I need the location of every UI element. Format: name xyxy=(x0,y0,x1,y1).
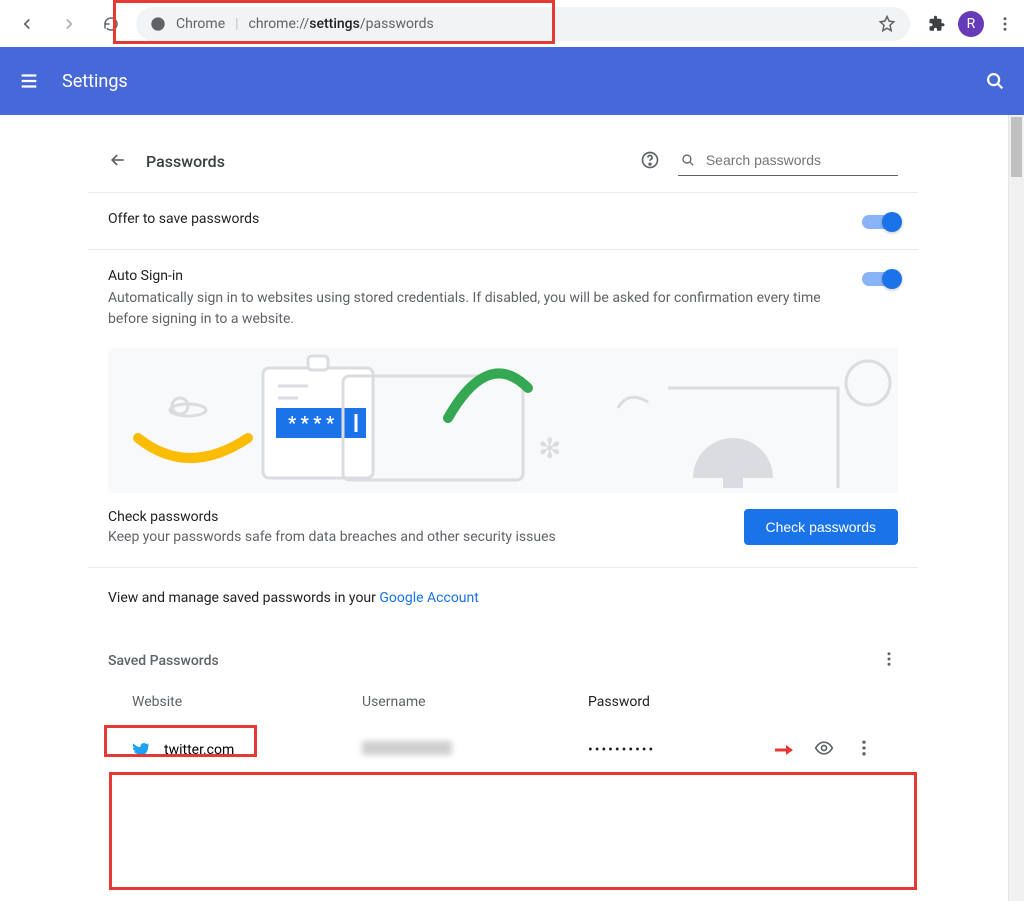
col-username: Username xyxy=(362,694,588,710)
auto-signin-toggle[interactable] xyxy=(862,272,898,286)
settings-card: Passwords Offer to save passwords Auto S… xyxy=(88,115,918,796)
offer-save-toggle[interactable] xyxy=(862,215,898,229)
hamburger-icon[interactable] xyxy=(18,70,40,92)
col-password: Password xyxy=(588,694,748,710)
redacted-username xyxy=(362,741,452,755)
settings-title: Settings xyxy=(62,71,128,92)
auto-signin-section: Auto Sign-in Automatically sign in to we… xyxy=(88,249,918,348)
page-header: Passwords xyxy=(88,133,918,192)
reload-button[interactable] xyxy=(94,7,128,41)
table-row[interactable]: twitter.com •••••••••• xyxy=(108,724,898,776)
password-search-input[interactable] xyxy=(706,152,896,168)
url-sep: | xyxy=(235,16,238,32)
auto-signin-desc: Automatically sign in to websites using … xyxy=(108,288,848,330)
content-area: Passwords Offer to save passwords Auto S… xyxy=(0,115,1024,901)
page-title: Passwords xyxy=(146,152,225,171)
google-account-line: View and manage saved passwords in your … xyxy=(88,568,918,642)
toolbar-right: R xyxy=(918,11,1014,37)
svg-text:✻: ✻ xyxy=(538,432,561,465)
check-passwords-title: Check passwords xyxy=(108,509,730,525)
saved-passwords-heading: Saved Passwords xyxy=(108,653,219,669)
help-icon[interactable] xyxy=(640,150,660,174)
svg-text:* * * *: * * * * xyxy=(288,413,335,434)
check-passwords-illustration: * * * * ✻ xyxy=(108,348,898,493)
chrome-menu-icon[interactable] xyxy=(996,15,1014,33)
twitter-icon xyxy=(132,741,150,759)
omnibox[interactable]: Chrome | chrome://settings/passwords xyxy=(136,7,910,41)
row-username xyxy=(362,741,588,759)
eye-icon xyxy=(814,738,834,758)
settings-header: Settings xyxy=(0,47,1024,115)
google-account-link[interactable]: Google Account xyxy=(379,590,478,606)
bookmark-star-icon[interactable] xyxy=(878,15,896,33)
row-website: twitter.com xyxy=(132,741,362,759)
offer-save-label: Offer to save passwords xyxy=(108,211,848,227)
row-password: •••••••••• xyxy=(588,742,748,758)
saved-passwords-menu[interactable] xyxy=(880,650,898,672)
row-site-name: twitter.com xyxy=(164,742,234,758)
back-arrow[interactable] xyxy=(108,150,128,174)
back-button[interactable] xyxy=(10,7,44,41)
scrollbar-thumb[interactable] xyxy=(1011,117,1022,177)
more-vert-icon xyxy=(854,738,874,758)
annotation-arrow xyxy=(774,740,794,760)
check-passwords-section: Check passwords Keep your passwords safe… xyxy=(88,493,918,568)
header-search-icon[interactable] xyxy=(984,70,1006,92)
show-password-button[interactable] xyxy=(814,738,834,762)
search-icon xyxy=(680,151,696,169)
browser-toolbar: Chrome | chrome://settings/passwords R xyxy=(0,0,1024,47)
check-passwords-desc: Keep your passwords safe from data breac… xyxy=(108,529,730,545)
saved-passwords-table: Website Username Password twitter.com ••… xyxy=(88,680,918,796)
saved-passwords-header: Saved Passwords xyxy=(88,642,918,680)
offer-save-section: Offer to save passwords xyxy=(88,192,918,249)
google-account-prefix: View and manage saved passwords in your xyxy=(108,590,379,606)
row-menu-button[interactable] xyxy=(854,738,874,762)
url-text: chrome://settings/passwords xyxy=(249,16,434,32)
auto-signin-title: Auto Sign-in xyxy=(108,268,848,284)
forward-button[interactable] xyxy=(52,7,86,41)
password-search[interactable] xyxy=(678,147,898,176)
check-passwords-button[interactable]: Check passwords xyxy=(744,509,899,545)
profile-avatar[interactable]: R xyxy=(958,11,984,37)
url-prefix: Chrome xyxy=(176,16,225,32)
site-info-icon xyxy=(150,16,166,32)
extensions-icon[interactable] xyxy=(928,15,946,33)
col-website: Website xyxy=(132,694,362,710)
scrollbar[interactable] xyxy=(1008,115,1024,901)
table-header: Website Username Password xyxy=(108,680,898,724)
